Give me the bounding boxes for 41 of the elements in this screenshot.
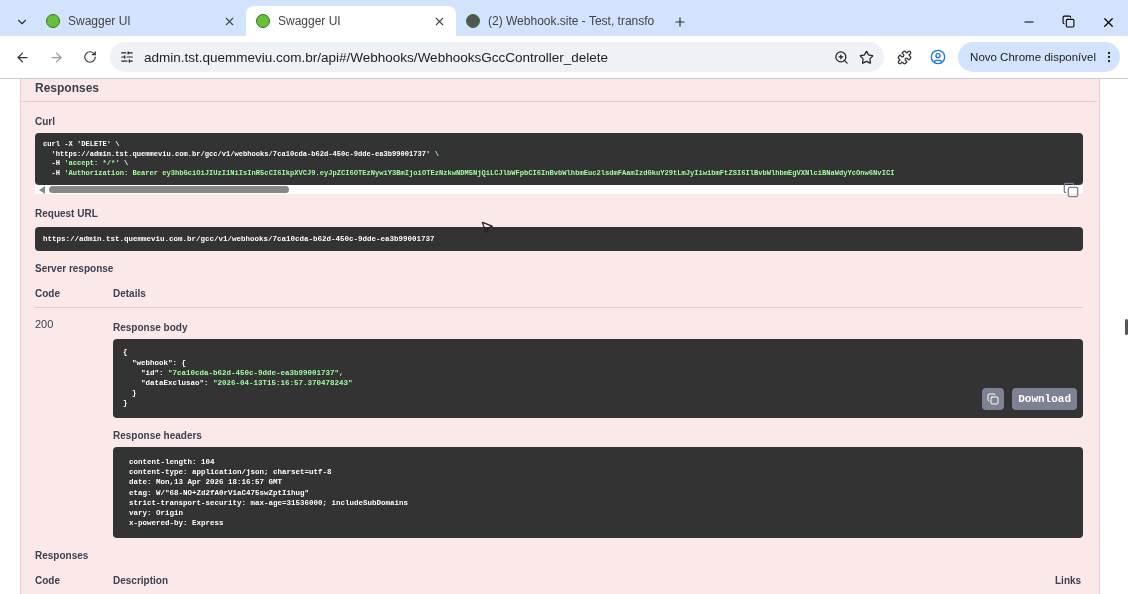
column-header: Details [113,288,147,300]
horizontal-scrollbar[interactable] [35,185,1083,195]
curl-label: Curl [35,116,56,127]
site-settings-icon[interactable] [120,50,134,64]
browser-tab[interactable]: Swagger UI [246,6,456,36]
profile-icon[interactable] [930,49,947,65]
response-headers-label: Response headers [113,430,203,442]
favicon-icon [466,14,480,28]
forward-arrow-icon[interactable] [48,49,64,65]
column-header: Code [35,288,61,300]
reload-icon[interactable] [83,50,97,64]
favicon-icon [46,14,60,28]
url-text: admin.tst.quemmeviu.com.br/api#/Webhooks/WebhooksGccController_delete [144,49,609,65]
puzzle-piece-icon[interactable] [896,49,912,65]
response-body-label: Response body [113,322,189,334]
request-url-label: Request URL [35,208,99,220]
scrollbar-thumb[interactable] [1125,319,1128,335]
download-button[interactable]: Download [1012,388,1077,411]
status-code: 200 [35,318,55,333]
column-header: Code [35,575,61,586]
mouse-cursor-icon [480,220,494,234]
browser-tab[interactable]: Swagger UI [36,6,246,36]
copy-icon[interactable] [1063,182,1079,199]
responses-label: Responses [35,550,90,561]
browser-tab[interactable]: (2) Webhook.site - Test, transfo [456,6,666,36]
copy-button[interactable] [982,388,1005,411]
update-button[interactable]: Novo Chrome disponível [958,42,1120,72]
tab-title: Swagger UI [278,14,342,28]
bookmark-star-icon[interactable] [859,49,875,65]
restore-icon[interactable] [1062,15,1075,28]
column-header: Description [113,575,169,586]
tab-title: (2) Webhook.site - Test, transfo [488,14,655,28]
tab-title: Swagger UI [68,14,132,28]
favicon-icon [256,14,270,28]
plus-icon[interactable] [673,15,687,29]
column-header: Links [1055,575,1083,586]
zoom-icon[interactable] [834,49,850,65]
close-icon[interactable] [1101,15,1116,30]
server-response-label: Server response [35,263,115,275]
address-bar[interactable]: admin.tst.quemmeviu.com.br/api#/Webhooks/WebhooksGccController_delete [110,42,885,72]
section-heading: Responses [35,81,101,95]
